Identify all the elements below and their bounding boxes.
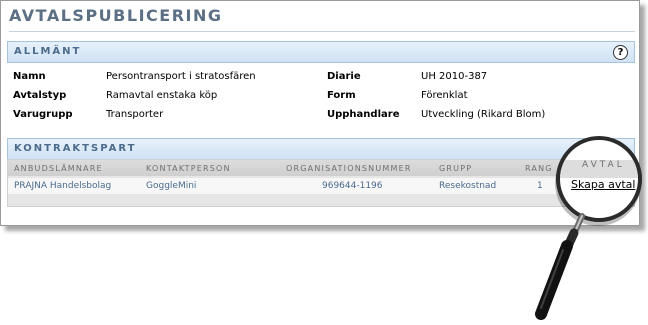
magnifier-icon [535,213,585,320]
